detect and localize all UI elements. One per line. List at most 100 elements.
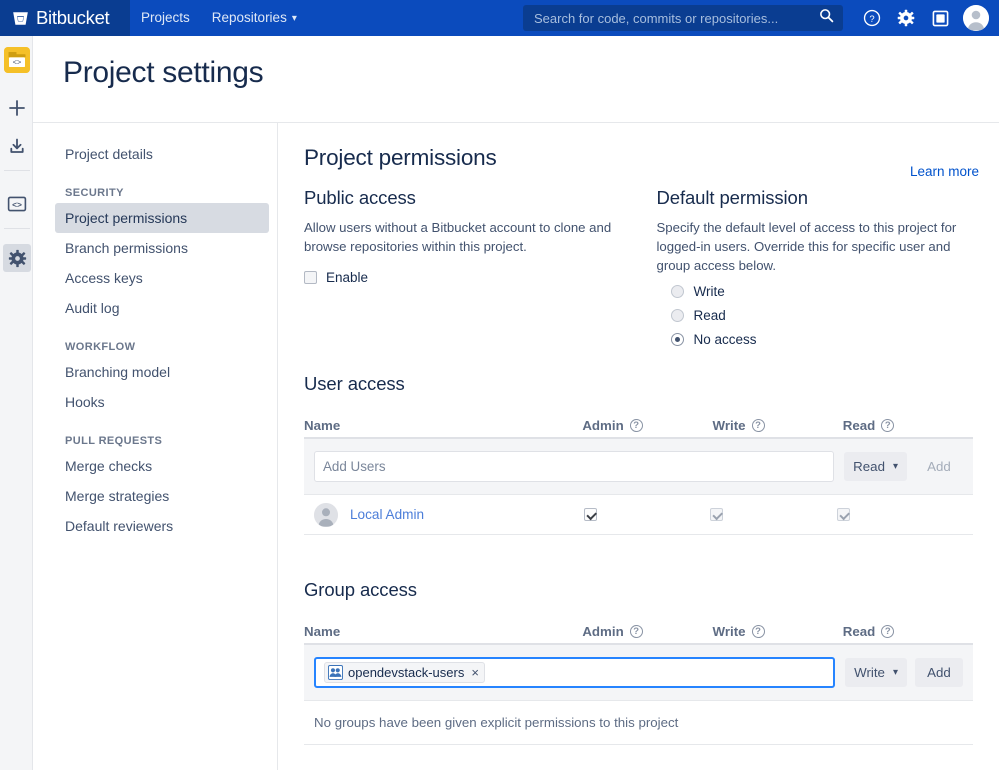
default-permission-option-write[interactable]: Write (670, 284, 974, 299)
column-header-name: Name (304, 418, 582, 433)
group-access-section: Group access Name Admin? Write? Read? op… (304, 579, 973, 745)
code-brackets-icon[interactable]: <> (3, 190, 31, 218)
nav-projects[interactable]: Projects (130, 0, 201, 36)
sidebar-item-access-keys[interactable]: Access keys (55, 263, 269, 293)
learn-more-link[interactable]: Learn more (910, 164, 979, 179)
project-folder-code-icon[interactable]: <> (4, 47, 30, 73)
project-settings-gear-icon[interactable] (3, 244, 31, 272)
sidebar-item-hooks[interactable]: Hooks (55, 387, 269, 417)
sidebar-item-label: Branching model (65, 364, 171, 380)
sidebar-item-label: Project details (65, 146, 153, 162)
column-header-write-label: Write (712, 418, 746, 433)
user-write-checkbox (710, 508, 724, 521)
user-access-section: User access Name Admin? Write? Read? Add… (304, 373, 973, 535)
global-search-box[interactable] (523, 5, 843, 31)
help-icon[interactable]: ? (855, 0, 889, 36)
group-permission-dropdown[interactable]: Write ▾ (845, 658, 907, 687)
public-access-enable-label: Enable (326, 270, 369, 285)
group-access-heading: Group access (304, 579, 417, 600)
column-header-admin: Admin? (582, 418, 712, 433)
sidebar-item-label: Branch permissions (65, 240, 188, 256)
sidebar-item-merge-checks[interactable]: Merge checks (55, 451, 269, 481)
write-help-icon[interactable]: ? (751, 419, 765, 432)
group-chip[interactable]: opendevstack-users × (324, 662, 485, 683)
section-heading-project-permissions: Project permissions (304, 145, 497, 170)
default-permission-option-read[interactable]: Read (670, 308, 974, 323)
sidebar-item-label: Access keys (65, 270, 143, 286)
sidebar-item-project-details[interactable]: Project details (55, 139, 269, 169)
nav-repositories[interactable]: Repositories ▾ (201, 0, 308, 36)
group-people-icon (328, 665, 343, 680)
default-permission-heading: Default permission (656, 187, 809, 208)
user-permission-dropdown[interactable]: Read ▾ (844, 452, 907, 481)
radio-write[interactable] (670, 285, 684, 298)
group-column-header-name: Name (304, 624, 582, 639)
table-row: Local Admin (304, 495, 973, 535)
sidebar-item-label: Default reviewers (65, 518, 174, 534)
group-write-help-icon[interactable]: ? (751, 625, 765, 638)
radio-read[interactable] (670, 309, 684, 322)
default-permission-section: Default permission Specify the default l… (657, 171, 974, 347)
public-access-enable-row[interactable]: Enable (304, 270, 621, 285)
avatar (314, 502, 338, 527)
svg-text:<>: <> (13, 57, 22, 66)
user-permission-dropdown-value: Read (853, 459, 885, 474)
user-add-button[interactable]: Add (915, 452, 963, 481)
clone-download-icon[interactable] (3, 132, 31, 160)
user-read-cell (836, 508, 963, 521)
column-header-read: Read? (843, 418, 973, 433)
svg-text:<>: <> (12, 200, 22, 210)
user-avatar[interactable] (963, 5, 989, 31)
global-icon-rail: <> <> (0, 36, 33, 770)
user-write-cell (710, 508, 836, 521)
search-icon[interactable] (819, 8, 834, 28)
group-empty-message: No groups have been given explicit permi… (304, 701, 973, 745)
group-read-help-icon[interactable]: ? (881, 625, 895, 638)
user-access-add-row: Add Users Read ▾ Add (304, 439, 973, 495)
read-help-icon[interactable]: ? (881, 419, 895, 432)
group-access-add-row: opendevstack-users × Write ▾ Add (304, 645, 973, 701)
sidebar-item-project-permissions[interactable]: Project permissions (55, 203, 269, 233)
add-users-input[interactable]: Add Users (314, 451, 835, 482)
group-access-table-header: Name Admin? Write? Read? (304, 617, 973, 645)
user-read-checkbox (836, 508, 850, 521)
public-access-section: Public access Allow users without a Bitb… (304, 171, 621, 347)
rail-divider-1 (4, 170, 30, 171)
chevron-down-icon: ▾ (892, 461, 898, 472)
column-header-read-label: Read (842, 418, 876, 433)
group-column-header-admin: Admin? (582, 624, 712, 639)
sidebar-heading-pull-requests: PULL REQUESTS (65, 435, 163, 447)
group-column-header-admin-label: Admin (582, 624, 624, 639)
public-access-enable-checkbox[interactable] (304, 271, 317, 284)
group-admin-help-icon[interactable]: ? (629, 625, 643, 638)
sidebar-item-branch-permissions[interactable]: Branch permissions (55, 233, 269, 263)
sidebar-item-branching-model[interactable]: Branching model (55, 357, 269, 387)
column-header-admin-label: Admin (582, 418, 624, 433)
sidebar-item-audit-log[interactable]: Audit log (55, 293, 269, 323)
app-switcher-icon[interactable] (923, 0, 957, 36)
top-navigation-bar: Bitbucket Projects Repositories ▾ ? (0, 0, 999, 36)
sidebar-item-label: Hooks (65, 394, 105, 410)
bitbucket-home-link[interactable]: Bitbucket (0, 0, 130, 36)
sidebar-item-label: Project permissions (65, 210, 188, 226)
search-input[interactable] (532, 9, 819, 27)
radio-no-access[interactable] (670, 333, 684, 346)
admin-help-icon[interactable]: ? (629, 419, 643, 432)
bitbucket-logo-icon (12, 10, 29, 27)
public-access-description: Allow users without a Bitbucket account … (304, 220, 612, 254)
sidebar-item-merge-strategies[interactable]: Merge strategies (55, 481, 269, 511)
group-add-button[interactable]: Add (915, 658, 963, 687)
create-icon[interactable] (3, 94, 31, 122)
settings-sidebar: Project details SECURITY Project permiss… (33, 122, 278, 770)
settings-gear-icon[interactable] (889, 0, 923, 36)
sidebar-item-label: Merge strategies (65, 488, 170, 504)
group-chip-remove-icon[interactable]: × (471, 666, 479, 679)
user-admin-checkbox[interactable] (584, 508, 598, 521)
sidebar-item-default-reviewers[interactable]: Default reviewers (55, 511, 269, 541)
default-permission-option-no-access[interactable]: No access (670, 332, 974, 347)
user-name-link[interactable]: Local Admin (350, 507, 424, 522)
user-name-cell: Local Admin (314, 502, 584, 527)
sidebar-heading-security: SECURITY (65, 187, 124, 199)
add-groups-input[interactable]: opendevstack-users × (314, 657, 836, 688)
top-nav-right-group: ? (523, 0, 999, 36)
